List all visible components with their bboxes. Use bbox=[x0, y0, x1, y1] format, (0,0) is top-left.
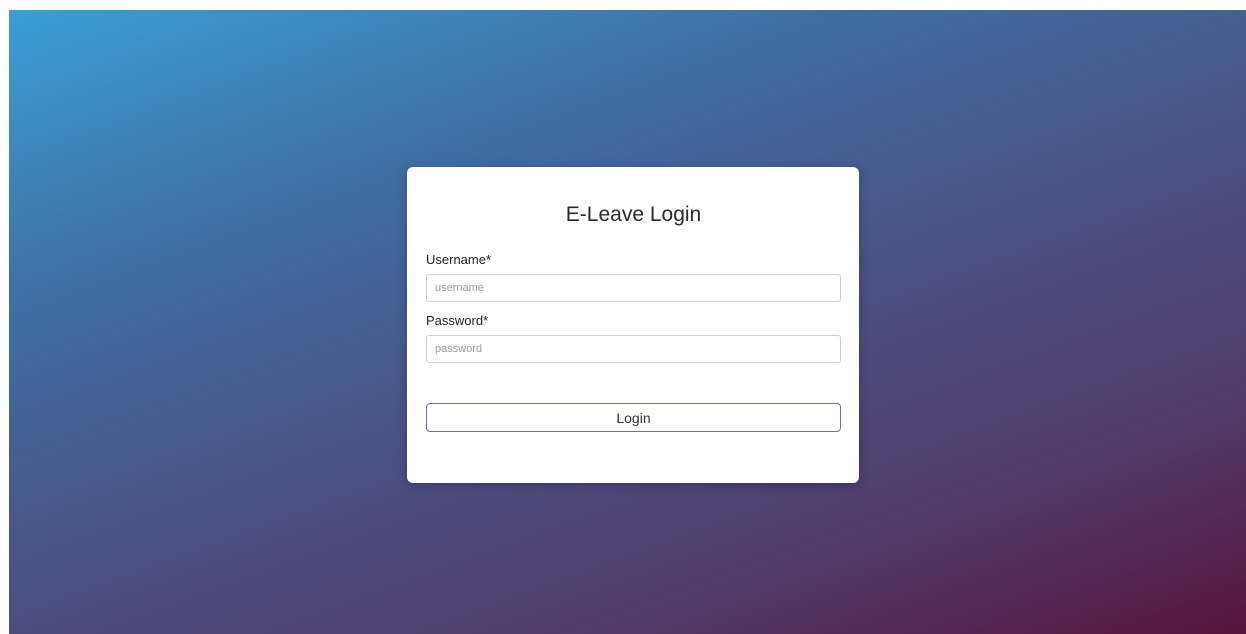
username-input[interactable] bbox=[426, 274, 841, 302]
login-button[interactable]: Login bbox=[426, 403, 841, 432]
login-card: E-Leave Login Username* Password* Login bbox=[407, 167, 859, 483]
page-title: E-Leave Login bbox=[565, 203, 702, 226]
password-input[interactable] bbox=[426, 335, 841, 363]
username-label: Username* bbox=[426, 252, 492, 267]
password-label: Password* bbox=[426, 313, 489, 328]
